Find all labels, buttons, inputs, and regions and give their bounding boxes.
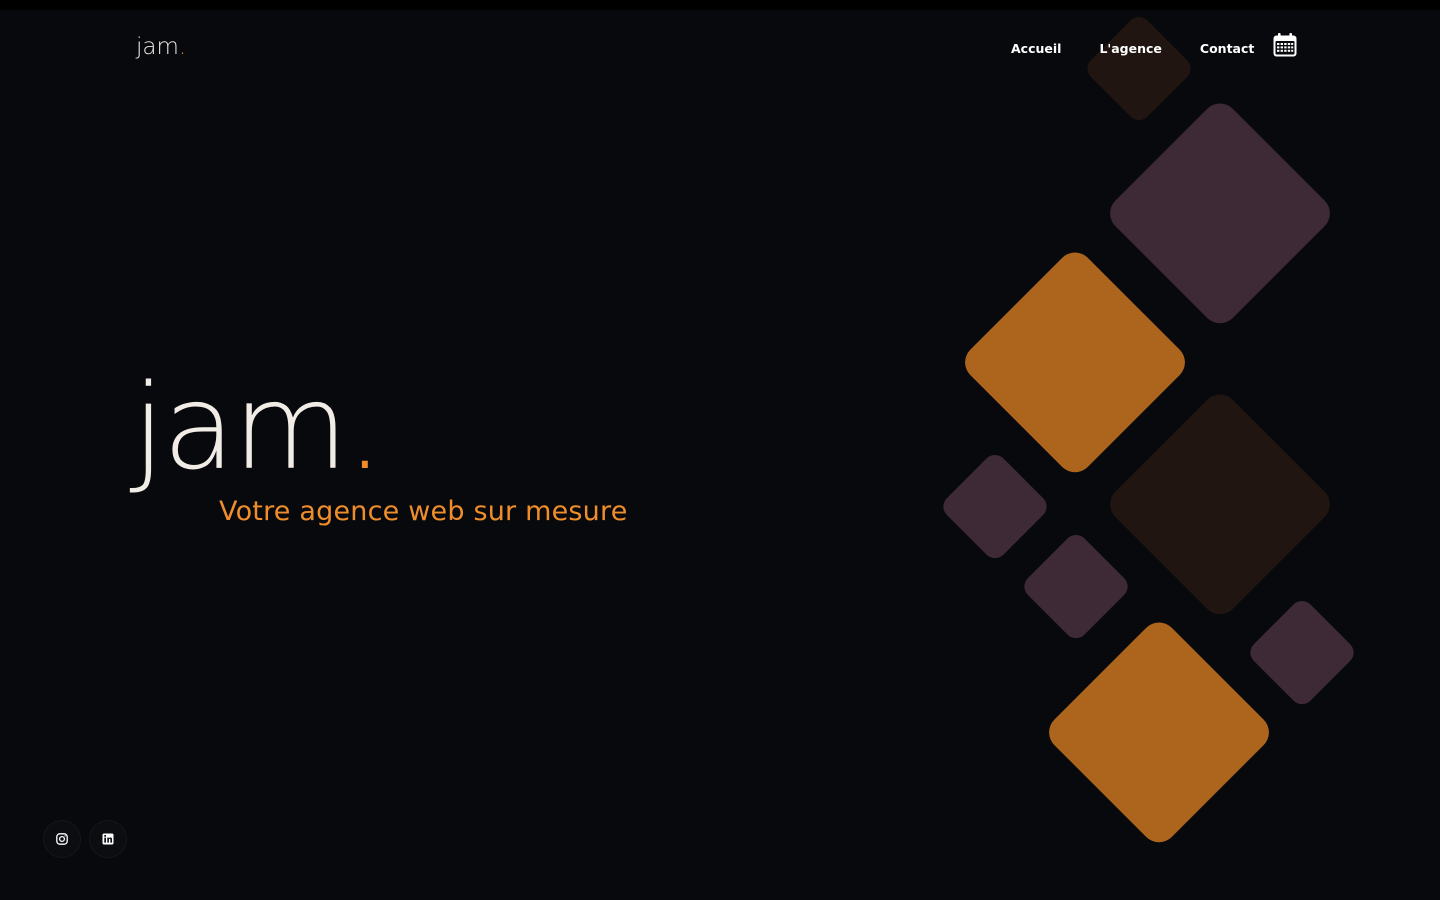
diamond-brown-large bbox=[1110, 394, 1330, 615]
hero-logo-j: j bbox=[132, 358, 165, 496]
diamond-orange-lower bbox=[1049, 622, 1269, 843]
hero-tagline: Votre agence web sur mesure bbox=[219, 496, 628, 527]
diamond-purple-small-right bbox=[1250, 600, 1354, 705]
nav-link-contact[interactable]: Contact bbox=[1200, 38, 1254, 60]
hero-logo-dot: . bbox=[346, 358, 383, 496]
instagram-icon bbox=[56, 833, 68, 845]
hero-logo: jam. bbox=[132, 362, 384, 492]
nav-link-agence[interactable]: L'agence bbox=[1099, 38, 1161, 60]
linkedin-icon bbox=[102, 833, 114, 845]
header-logo-text: jam bbox=[136, 34, 179, 60]
header-logo[interactable]: jam. bbox=[136, 32, 186, 62]
instagram-button[interactable] bbox=[43, 820, 81, 858]
diamond-purple-small-left bbox=[943, 454, 1047, 559]
calendar-button[interactable] bbox=[1272, 32, 1298, 58]
diamond-orange-upper bbox=[965, 252, 1185, 473]
page: jam. Accueil L'agence Contact jam. Votre… bbox=[0, 10, 1440, 900]
diamond-purple-large bbox=[1110, 103, 1330, 324]
main-nav: Accueil L'agence Contact bbox=[1011, 38, 1254, 60]
diamond-brown-small bbox=[1087, 16, 1191, 121]
linkedin-button[interactable] bbox=[89, 820, 127, 858]
calendar-icon bbox=[1273, 33, 1297, 57]
diamond-purple-small-center bbox=[1024, 534, 1128, 639]
header-logo-dot: . bbox=[178, 34, 187, 60]
nav-link-accueil[interactable]: Accueil bbox=[1011, 38, 1061, 60]
hero-logo-rest: am bbox=[162, 358, 348, 496]
top-strip bbox=[0, 0, 1440, 10]
